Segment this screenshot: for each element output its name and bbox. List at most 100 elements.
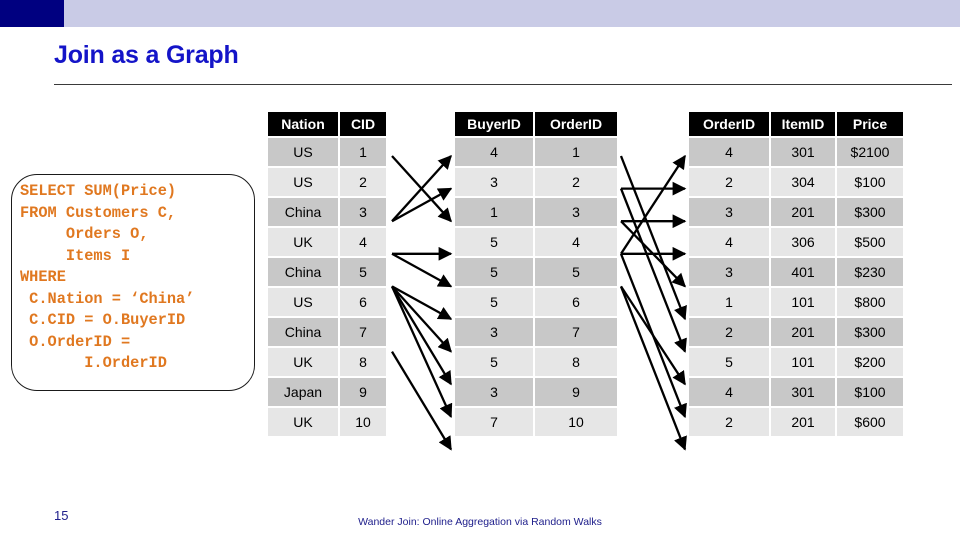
cell-price: $500 xyxy=(837,228,903,256)
join-edge xyxy=(391,187,453,223)
table-row: 4 301 $2100 xyxy=(689,138,903,166)
cell-buyerid: 3 xyxy=(455,168,533,196)
edges-orders-to-items xyxy=(619,154,687,451)
cell-cid: 9 xyxy=(340,378,386,406)
cell-cid: 5 xyxy=(340,258,386,286)
cell-buyerid: 7 xyxy=(455,408,533,436)
cell-itemid: 306 xyxy=(771,228,835,256)
table-row: 3 201 $300 xyxy=(689,198,903,226)
column-header-orderid: OrderID xyxy=(535,112,617,136)
cell-price: $600 xyxy=(837,408,903,436)
cell-nation: China xyxy=(268,318,338,346)
join-edge xyxy=(620,220,686,288)
table-row: US 2 xyxy=(268,168,386,196)
cell-itemid: 304 xyxy=(771,168,835,196)
slide-canvas: Join as a Graph SELECT SUM(Price) FROM C… xyxy=(0,0,960,540)
cell-orderid: 4 xyxy=(689,228,769,256)
cell-price: $230 xyxy=(837,258,903,286)
table-row: 56 xyxy=(455,288,617,316)
edges-customers-to-orders xyxy=(390,154,453,451)
cell-buyerid: 5 xyxy=(455,228,533,256)
join-edge xyxy=(391,285,452,353)
join-edge xyxy=(391,155,452,223)
cell-nation: US xyxy=(268,288,338,316)
cell-itemid: 101 xyxy=(771,348,835,376)
cell-orderid: 1 xyxy=(535,138,617,166)
join-edge xyxy=(391,252,453,288)
cell-itemid: 401 xyxy=(771,258,835,286)
cell-orderid: 1 xyxy=(689,288,769,316)
table-row: 13 xyxy=(455,198,617,226)
table-row: 2 304 $100 xyxy=(689,168,903,196)
column-header-price: Price xyxy=(837,112,903,136)
cell-orderid: 8 xyxy=(535,348,617,376)
table-row: 3 401 $230 xyxy=(689,258,903,286)
cell-orderid: 5 xyxy=(535,258,617,286)
cell-orderid: 3 xyxy=(535,198,617,226)
column-header-buyerid: BuyerID xyxy=(455,112,533,136)
cell-cid: 3 xyxy=(340,198,386,226)
page-title: Join as a Graph xyxy=(54,41,239,69)
table-row: UK 10 xyxy=(268,408,386,436)
join-edge xyxy=(620,285,686,386)
cell-itemid: 201 xyxy=(771,408,835,436)
topbar-light-band xyxy=(0,0,960,27)
join-edge xyxy=(391,285,452,386)
table-row: UK 4 xyxy=(268,228,386,256)
cell-orderid: 2 xyxy=(535,168,617,196)
cell-buyerid: 5 xyxy=(455,258,533,286)
cell-orderid: 4 xyxy=(689,378,769,406)
table-row: 58 xyxy=(455,348,617,376)
sql-query-text: SELECT SUM(Price) FROM Customers C, Orde… xyxy=(20,182,195,372)
cell-cid: 6 xyxy=(340,288,386,316)
cell-orderid: 3 xyxy=(689,198,769,226)
cell-cid: 2 xyxy=(340,168,386,196)
cell-price: $100 xyxy=(837,168,903,196)
table-orders: BuyerID OrderID 41 32 13 54 55 56 37 58 … xyxy=(453,110,619,438)
table-header-row: BuyerID OrderID xyxy=(455,112,617,136)
table-row: China 7 xyxy=(268,318,386,346)
cell-buyerid: 5 xyxy=(455,288,533,316)
join-edge xyxy=(391,285,453,321)
table-items: OrderID ItemID Price 4 301 $2100 2 304 $100 … xyxy=(687,110,905,438)
join-edge xyxy=(619,285,687,451)
join-edge xyxy=(391,154,452,222)
table-header-row: Nation CID xyxy=(268,112,386,136)
cell-nation: China xyxy=(268,258,338,286)
cell-cid: 8 xyxy=(340,348,386,376)
cell-price: $200 xyxy=(837,348,903,376)
cell-buyerid: 1 xyxy=(455,198,533,226)
cell-nation: Japan xyxy=(268,378,338,406)
column-header-nation: Nation xyxy=(268,112,338,136)
cell-orderid: 6 xyxy=(535,288,617,316)
footer-caption: Wander Join: Online Aggregation via Rand… xyxy=(358,516,602,528)
table-row: 37 xyxy=(455,318,617,346)
cell-buyerid: 3 xyxy=(455,318,533,346)
table-row: 32 xyxy=(455,168,617,196)
cell-itemid: 201 xyxy=(771,198,835,226)
table-row: Japan 9 xyxy=(268,378,386,406)
join-edge xyxy=(620,154,686,255)
cell-orderid: 3 xyxy=(689,258,769,286)
table-row: 55 xyxy=(455,258,617,286)
cell-nation: UK xyxy=(268,228,338,256)
cell-orderid: 4 xyxy=(535,228,617,256)
cell-cid: 10 xyxy=(340,408,386,436)
cell-price: $300 xyxy=(837,318,903,346)
table-row: 2 201 $300 xyxy=(689,318,903,346)
cell-orderid: 4 xyxy=(689,138,769,166)
cell-nation: China xyxy=(268,198,338,226)
column-header-orderid: OrderID xyxy=(689,112,769,136)
cell-price: $2100 xyxy=(837,138,903,166)
cell-price: $800 xyxy=(837,288,903,316)
cell-buyerid: 5 xyxy=(455,348,533,376)
join-edge xyxy=(391,351,452,451)
cell-nation: UK xyxy=(268,348,338,376)
join-edge xyxy=(390,285,453,419)
cell-cid: 1 xyxy=(340,138,386,166)
table-row: China 5 xyxy=(268,258,386,286)
table-row: 4 301 $100 xyxy=(689,378,903,406)
table-row: US 6 xyxy=(268,288,386,316)
table-row: UK 8 xyxy=(268,348,386,376)
table-row: 5 101 $200 xyxy=(689,348,903,376)
